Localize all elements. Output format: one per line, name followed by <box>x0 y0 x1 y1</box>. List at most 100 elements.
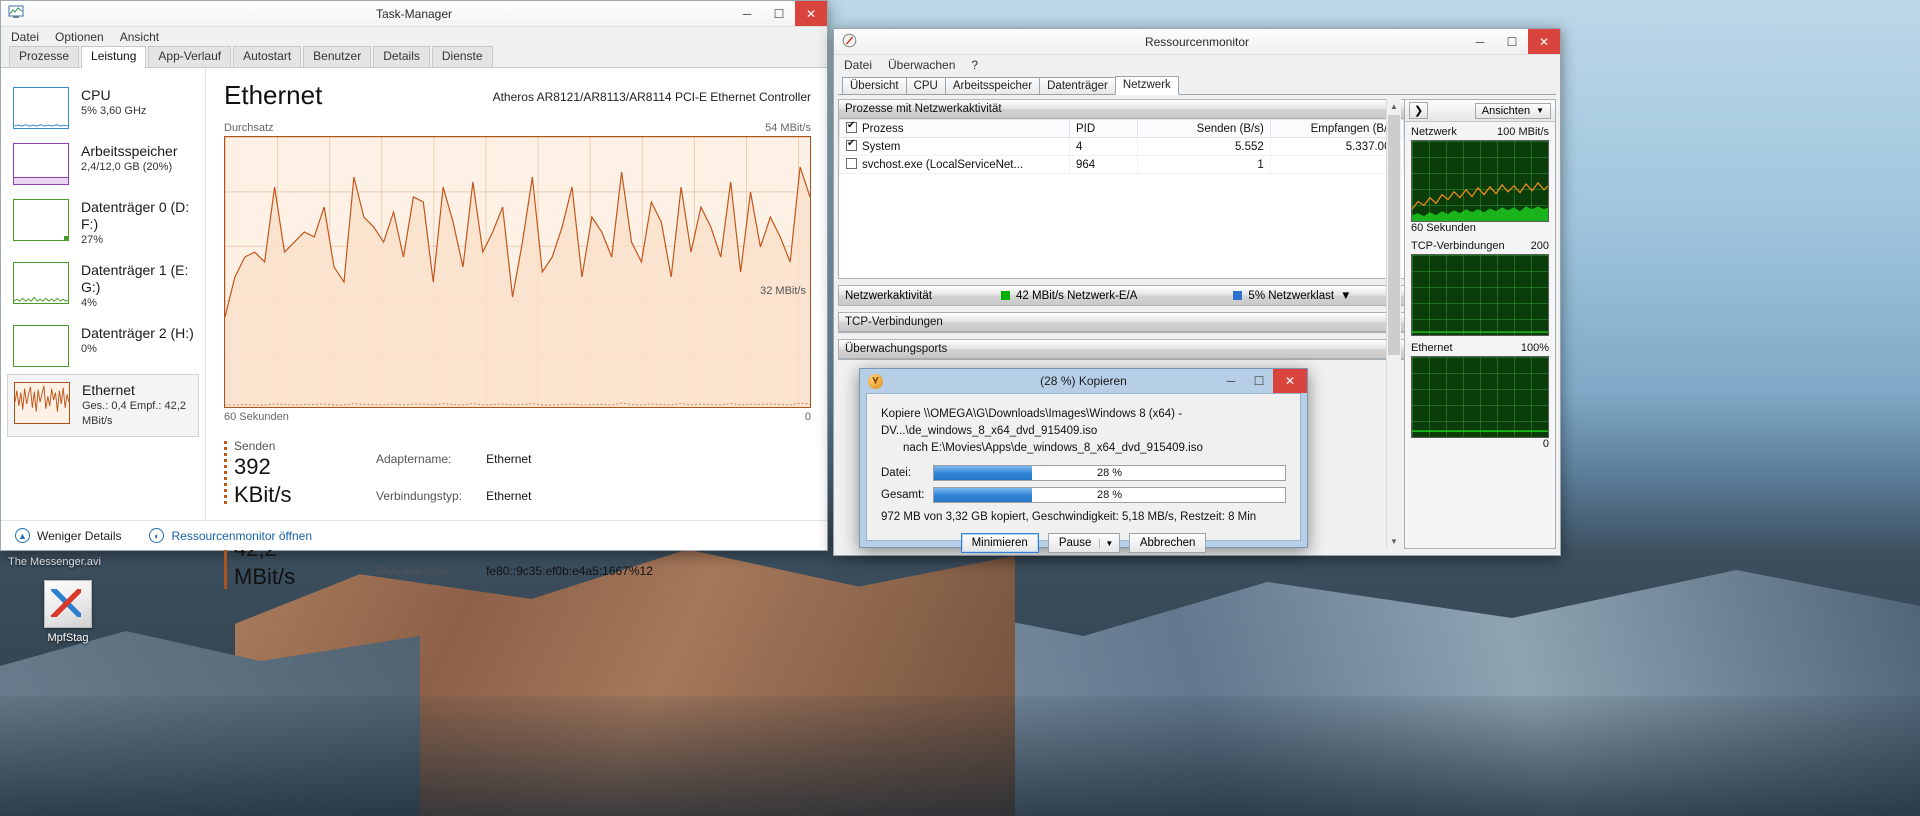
tab-cpu[interactable]: CPU <box>906 77 946 95</box>
copy-progress-dialog[interactable]: (28 %) Kopieren ─ ☐ ✕ Kopiere \\OMEGA\G\… <box>859 368 1308 548</box>
prop-label-0: Adaptername: <box>376 441 484 477</box>
minimize-button[interactable]: ─ <box>731 1 763 26</box>
minimize-button[interactable]: ─ <box>1464 29 1496 54</box>
task-manager-tabs[interactable]: Prozesse Leistung App-Verlauf Autostart … <box>1 47 827 68</box>
chevron-down-icon[interactable]: ▼ <box>1340 290 1351 302</box>
sidebar-item-datentraeger-0[interactable]: Datenträger 0 (D: F:) 27% <box>1 192 205 255</box>
resource-monitor-menubar[interactable]: Datei Überwachen ? <box>834 55 1560 75</box>
tab-autostart[interactable]: Autostart <box>233 46 301 67</box>
task-manager-window[interactable]: Task-Manager ─ ☐ ✕ Datei Optionen Ansich… <box>0 0 828 551</box>
column-prozess[interactable]: Prozess <box>840 120 1070 138</box>
column-empfangen[interactable]: Empfangen (B/s) <box>1270 120 1403 138</box>
row-checkbox[interactable] <box>846 140 857 151</box>
tab-uebersicht[interactable]: Übersicht <box>842 77 907 95</box>
tab-app-verlauf[interactable]: App-Verlauf <box>148 46 231 67</box>
desktop-overlay-text: The Messenger.avi <box>8 556 101 568</box>
views-button[interactable]: Ansichten ▼ <box>1475 103 1551 119</box>
sidebar-item-datentraeger-2-name: Datenträger 2 (H:) <box>81 325 194 342</box>
sidebar-item-arbeitsspeicher-name: Arbeitsspeicher <box>81 143 178 160</box>
legend-color-swatch-load <box>1233 291 1242 300</box>
memory-thumbnail <box>13 143 69 185</box>
select-all-checkbox[interactable] <box>846 122 857 133</box>
task-manager-sidebar[interactable]: CPU 5% 3,60 GHz Arbeitsspeicher 2,4/12,0… <box>1 68 206 550</box>
task-manager-title: Task-Manager <box>1 7 827 21</box>
maximize-button[interactable]: ☐ <box>1496 29 1528 54</box>
sidebar-item-datentraeger-1[interactable]: Datenträger 1 (E: G:) 4% <box>1 255 205 318</box>
send-value: 392 KBit/s <box>234 453 334 509</box>
minigraph-ethernet-zero: 0 <box>1543 438 1549 450</box>
graph-time-span: 60 Sekunden <box>224 411 289 423</box>
graph-column-toolbar[interactable]: ❯ Ansichten ▼ <box>1405 100 1555 122</box>
resource-monitor-titlebar[interactable]: Ressourcenmonitor ─ ☐ ✕ <box>834 29 1560 55</box>
tab-details[interactable]: Details <box>373 46 430 67</box>
minigraph-netzwerk: Netzwerk 100 MBit/s 60 Sekunden <box>1405 122 1555 236</box>
sidebar-item-datentraeger-2[interactable]: Datenträger 2 (H:) 0% <box>1 318 205 374</box>
resource-monitor-tabs[interactable]: Übersicht CPU Arbeitsspeicher Datenträge… <box>834 75 1560 95</box>
scrollbar-thumb[interactable] <box>1388 115 1400 355</box>
menu-item-datei[interactable]: Datei <box>844 58 872 72</box>
throughput-graph: 32 MBit/s <box>224 136 811 408</box>
minigraph-ethernet-scale: 100% <box>1521 342 1549 354</box>
desktop-icon-mpfstag[interactable]: MpfStag <box>22 580 114 644</box>
pause-button[interactable]: Pause ▼ <box>1048 533 1120 553</box>
less-details-button[interactable]: ▲ Weniger Details <box>15 528 121 543</box>
sidebar-item-arbeitsspeicher[interactable]: Arbeitsspeicher 2,4/12,0 GB (20%) <box>1 136 205 192</box>
sidebar-item-ethernet[interactable]: Ethernet Ges.: 0,4 Empf.: 42,2 MBit/s <box>7 374 199 437</box>
file-progress-label: Datei: <box>881 467 925 479</box>
disk2-thumbnail <box>13 325 69 367</box>
sidebar-item-arbeitsspeicher-value: 2,4/12,0 GB (20%) <box>81 160 178 175</box>
tab-dienste[interactable]: Dienste <box>432 46 493 67</box>
task-manager-menubar[interactable]: Datei Optionen Ansicht <box>1 27 827 47</box>
tab-arbeitsspeicher[interactable]: Arbeitsspeicher <box>945 77 1040 95</box>
menu-item-help[interactable]: ? <box>971 58 978 72</box>
adapter-model: Atheros AR8121/AR8113/AR8114 PCI-E Ether… <box>493 90 811 104</box>
table-row: Adaptername: Ethernet <box>376 441 653 477</box>
views-button-label: Ansichten <box>1482 105 1530 117</box>
copy-dialog-titlebar[interactable]: (28 %) Kopieren ─ ☐ ✕ <box>860 369 1307 393</box>
task-manager-footer: ▲ Weniger Details ◐ Ressourcenmonitor öf… <box>1 520 827 550</box>
content-scrollbar[interactable]: ▲ ▼ <box>1386 99 1401 549</box>
process-pid-cell: 964 <box>1069 156 1137 174</box>
tab-datentraeger[interactable]: Datenträger <box>1039 77 1116 95</box>
task-manager-titlebar[interactable]: Task-Manager ─ ☐ ✕ <box>1 1 827 27</box>
minigraph-tcp: TCP-Verbindungen 200 <box>1405 236 1555 338</box>
row-checkbox[interactable] <box>846 158 857 169</box>
process-name-cell[interactable]: System <box>840 138 1070 156</box>
prop-value-3: fe80::9c35:ef0b:e4a5:1667%12 <box>486 554 653 590</box>
open-resource-monitor-link[interactable]: ◐ Ressourcenmonitor öffnen <box>149 528 312 543</box>
send-stat: Senden 392 KBit/s <box>224 439 334 509</box>
sidebar-item-datentraeger-1-name: Datenträger 1 (E: G:) <box>81 262 197 296</box>
menu-item-ueberwachen[interactable]: Überwachen <box>888 58 955 72</box>
expand-button[interactable]: ❯ <box>1409 102 1428 119</box>
sidebar-item-cpu[interactable]: CPU 5% 3,60 GHz <box>1 80 205 136</box>
column-pid[interactable]: PID <box>1069 120 1137 138</box>
close-button[interactable]: ✕ <box>795 1 827 26</box>
sidebar-item-cpu-value: 5% 3,60 GHz <box>81 104 146 119</box>
menu-item-optionen[interactable]: Optionen <box>55 30 104 44</box>
prop-value-1: Ethernet <box>486 479 653 515</box>
column-senden[interactable]: Senden (B/s) <box>1137 120 1270 138</box>
graph-label: Durchsatz <box>224 122 274 134</box>
tab-netzwerk[interactable]: Netzwerk <box>1115 76 1179 95</box>
close-button[interactable]: ✕ <box>1528 29 1560 54</box>
network-stats: Senden 392 KBit/s Empfangen 42,2 MBit/s … <box>224 439 811 591</box>
maximize-button[interactable]: ☐ <box>763 1 795 26</box>
send-label: Senden <box>234 439 334 453</box>
chevron-down-icon[interactable]: ▼ <box>1099 539 1113 548</box>
menu-item-datei[interactable]: Datei <box>11 30 39 44</box>
graph-marker-label: 32 MBit/s <box>760 285 806 297</box>
minimize-dialog-button[interactable]: Minimieren <box>961 533 1039 553</box>
menu-item-ansicht[interactable]: Ansicht <box>120 30 159 44</box>
legend-label-io: 42 MBit/s Netzwerk-E/A <box>1016 290 1137 302</box>
sidebar-item-ethernet-name: Ethernet <box>82 382 190 399</box>
scroll-down-arrow[interactable]: ▼ <box>1387 534 1401 549</box>
tab-prozesse[interactable]: Prozesse <box>9 46 79 67</box>
cancel-button[interactable]: Abbrechen <box>1129 533 1207 553</box>
scroll-up-arrow[interactable]: ▲ <box>1387 99 1401 114</box>
desktop-water <box>0 696 1920 816</box>
tab-benutzer[interactable]: Benutzer <box>303 46 371 67</box>
cpu-thumbnail <box>13 87 69 129</box>
tab-leistung[interactable]: Leistung <box>81 46 146 68</box>
less-details-label: Weniger Details <box>37 529 121 543</box>
process-name-cell[interactable]: svchost.exe (LocalServiceNet... <box>840 156 1070 174</box>
